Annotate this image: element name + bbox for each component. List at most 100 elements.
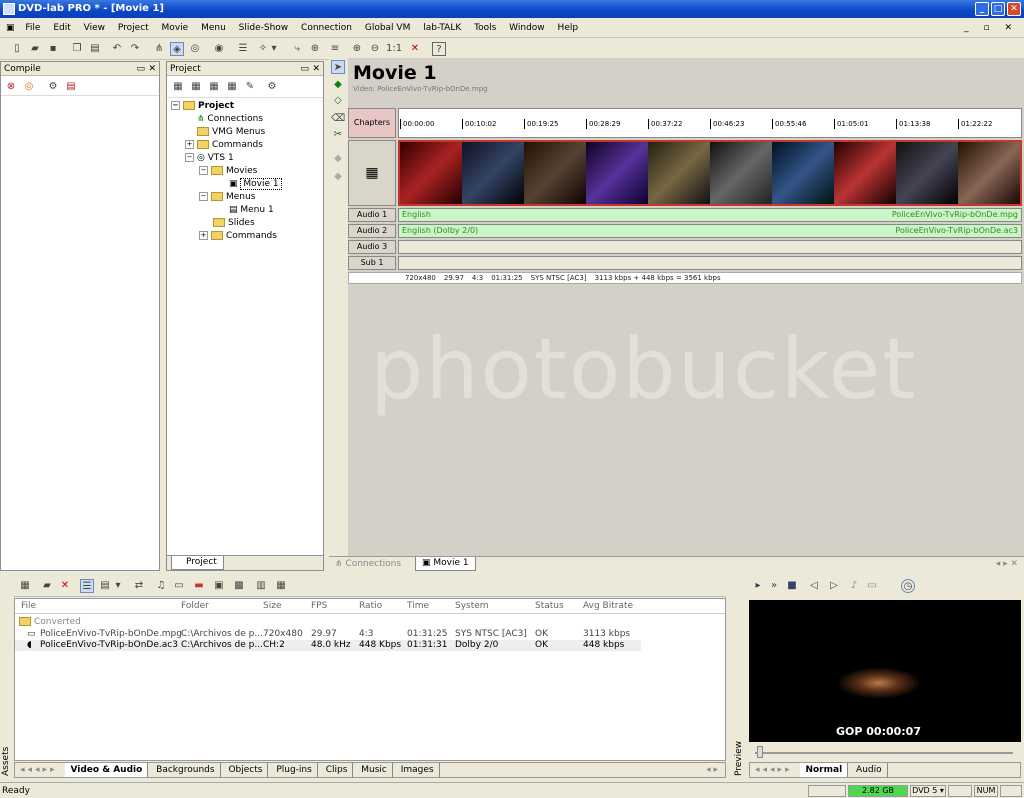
eraser-icon[interactable]: ⌫ — [331, 112, 345, 126]
media-type[interactable]: DVD 5 ▾ — [910, 785, 946, 797]
pointer-icon[interactable]: ➤ — [331, 60, 345, 74]
menu-project[interactable]: Project — [113, 18, 154, 38]
menu-menu[interactable]: Menu — [196, 18, 231, 38]
pro-ex-icon[interactable]: ✕ — [408, 42, 422, 56]
tab-movie-1[interactable]: ▣ Movie 1 — [415, 557, 476, 571]
add-movie-icon[interactable]: ▦ — [189, 80, 203, 94]
tab-scroll-arrows[interactable]: ◂◂◂▸▸ — [750, 763, 798, 777]
view-dropdown-icon[interactable]: ▾ — [114, 579, 122, 593]
pin-icon[interactable]: ▭ — [300, 62, 309, 76]
time-ruler[interactable]: 00:00:00 00:10:02 00:19:25 00:28:29 00:37:22… — [398, 108, 1022, 138]
column-header-time[interactable]: Time — [407, 599, 429, 614]
stop-icon[interactable]: ■ — [785, 579, 799, 593]
audio-track-3[interactable] — [398, 240, 1022, 254]
menu-edit[interactable]: Edit — [48, 18, 75, 38]
tab-video-audio[interactable]: Video & Audio — [65, 763, 149, 777]
add-vts-icon[interactable]: ▦ — [171, 80, 185, 94]
open-icon[interactable]: ▰ — [28, 42, 42, 56]
wand-dropdown-icon[interactable]: ▾ — [270, 42, 278, 56]
next-chapter-icon[interactable]: ▷ — [827, 579, 841, 593]
tab-objects[interactable]: Objects — [223, 763, 269, 777]
menu-file[interactable]: File — [20, 18, 45, 38]
column-header-fps[interactable]: FPS — [311, 599, 327, 614]
wand-icon[interactable]: ✧ — [256, 42, 270, 56]
tab-connections[interactable]: ⋔ Connections — [335, 558, 401, 570]
column-header-size[interactable]: Size — [263, 599, 281, 614]
save-icon[interactable]: ▪ — [46, 42, 60, 56]
maximize-button[interactable]: □ — [991, 2, 1005, 16]
tab-scroll-arrows[interactable]: ◂ ▸ ✕ — [996, 558, 1018, 570]
collapse-icon[interactable]: − — [171, 101, 180, 110]
add-menu-icon[interactable]: ▦ — [207, 80, 221, 94]
film-icon[interactable]: ▦ — [274, 579, 288, 593]
mdi-controls[interactable]: _ ▫ ✕ — [964, 18, 1018, 38]
menu-lab-talk[interactable]: lab-TALK — [418, 18, 466, 38]
play-icon[interactable]: ▸ — [751, 579, 765, 593]
column-header-ratio[interactable]: Ratio — [359, 599, 382, 614]
tab-scroll-arrows[interactable]: ◂◂◂▸▸ — [15, 763, 63, 777]
menu-slide-show[interactable]: Slide-Show — [234, 18, 294, 38]
tab-normal[interactable]: Normal — [800, 763, 849, 777]
project-icon[interactable]: ◈ — [170, 42, 184, 56]
help-icon[interactable]: ? — [432, 42, 446, 56]
tree-item-commands[interactable]: + Commands — [185, 139, 263, 152]
marker-prev-icon[interactable]: ◆ — [331, 152, 345, 166]
convert-icon[interactable]: ⇄ — [132, 579, 146, 593]
column-header-status[interactable]: Status — [535, 599, 564, 614]
video-track[interactable] — [398, 140, 1022, 206]
menu-global-vm[interactable]: Global VM — [360, 18, 416, 38]
tree-item-menu-1[interactable]: ▤ Menu 1 — [229, 204, 274, 217]
menu-connection[interactable]: Connection — [296, 18, 357, 38]
new-icon[interactable]: ▯ — [10, 42, 24, 56]
close-button[interactable]: ✕ — [1007, 2, 1021, 16]
menu-movie[interactable]: Movie — [157, 18, 194, 38]
menu-window[interactable]: Window — [504, 18, 550, 38]
dvd-icon[interactable]: ⊕ — [308, 42, 322, 56]
add-chapter-icon[interactable]: ◆ — [331, 78, 345, 92]
thumbnail-view-icon[interactable]: ▤ — [98, 579, 112, 593]
subtitle-icon[interactable]: ▬ — [192, 579, 206, 593]
report-icon[interactable]: ▤ — [64, 80, 78, 94]
fast-forward-icon[interactable]: » — [767, 579, 781, 593]
tree-item-project[interactable]: − Project — [171, 100, 234, 113]
expand-icon[interactable]: + — [199, 231, 208, 240]
subtitle-stream-icon[interactable]: ▭ — [865, 579, 879, 593]
subtitle-track-1[interactable] — [398, 256, 1022, 270]
close-icon[interactable]: ✕ — [312, 62, 320, 76]
image-icon[interactable]: ▩ — [232, 579, 246, 593]
audio-icon[interactable]: ♫ — [154, 579, 168, 593]
tab-clips[interactable]: Clips — [321, 763, 354, 777]
compile-icon[interactable]: ⊗ — [4, 80, 18, 94]
binoculars-icon[interactable]: ◎ — [188, 42, 202, 56]
undo-icon[interactable]: ↶ — [110, 42, 124, 56]
zoom-out-icon[interactable]: ⊖ — [368, 42, 382, 56]
tree-item-menus[interactable]: − Menus — [199, 191, 255, 204]
column-header-folder[interactable]: Folder — [181, 599, 209, 614]
tab-music[interactable]: Music — [356, 763, 393, 777]
grid-icon[interactable]: ▦ — [18, 579, 32, 593]
record-icon[interactable]: ◎ — [22, 80, 36, 94]
add-commands-icon[interactable]: ✎ — [243, 80, 257, 94]
paste-icon[interactable]: ▤ — [88, 42, 102, 56]
slider-thumb[interactable] — [757, 746, 763, 758]
menu-help[interactable]: Help — [553, 18, 584, 38]
tree-item-vts-1[interactable]: − ◎ VTS 1 — [185, 152, 234, 165]
close-icon[interactable]: ✕ — [148, 62, 156, 76]
horizontal-scrollbar[interactable]: ◂ ▸ — [701, 763, 723, 777]
collapse-icon[interactable]: − — [199, 166, 208, 175]
tree-item-vts-commands[interactable]: + Commands — [199, 230, 277, 243]
asset-group[interactable]: Converted — [19, 617, 81, 628]
audio-track-2[interactable]: English (Dolby 2/0) PoliceEnVivo-TvRip-bO… — [398, 224, 1022, 238]
audio-track-1[interactable]: English PoliceEnVivo-TvRip-bOnDe.mpg — [398, 208, 1022, 222]
marker-next-icon[interactable]: ◆ — [331, 170, 345, 184]
tab-project[interactable]: Project — [171, 556, 224, 570]
zoom-in-icon[interactable]: ⊕ — [350, 42, 364, 56]
background-icon[interactable]: ▭ — [172, 579, 186, 593]
tree-item-movies[interactable]: − Movies — [199, 165, 257, 178]
tree-item-slides[interactable]: Slides — [213, 217, 255, 230]
tab-audio[interactable]: Audio — [851, 763, 888, 777]
audio-stream-icon[interactable]: ♪ — [847, 579, 861, 593]
timer-icon[interactable]: ◷ — [901, 579, 915, 593]
menu-tools[interactable]: Tools — [469, 18, 501, 38]
delete-icon[interactable]: ✕ — [58, 579, 72, 593]
